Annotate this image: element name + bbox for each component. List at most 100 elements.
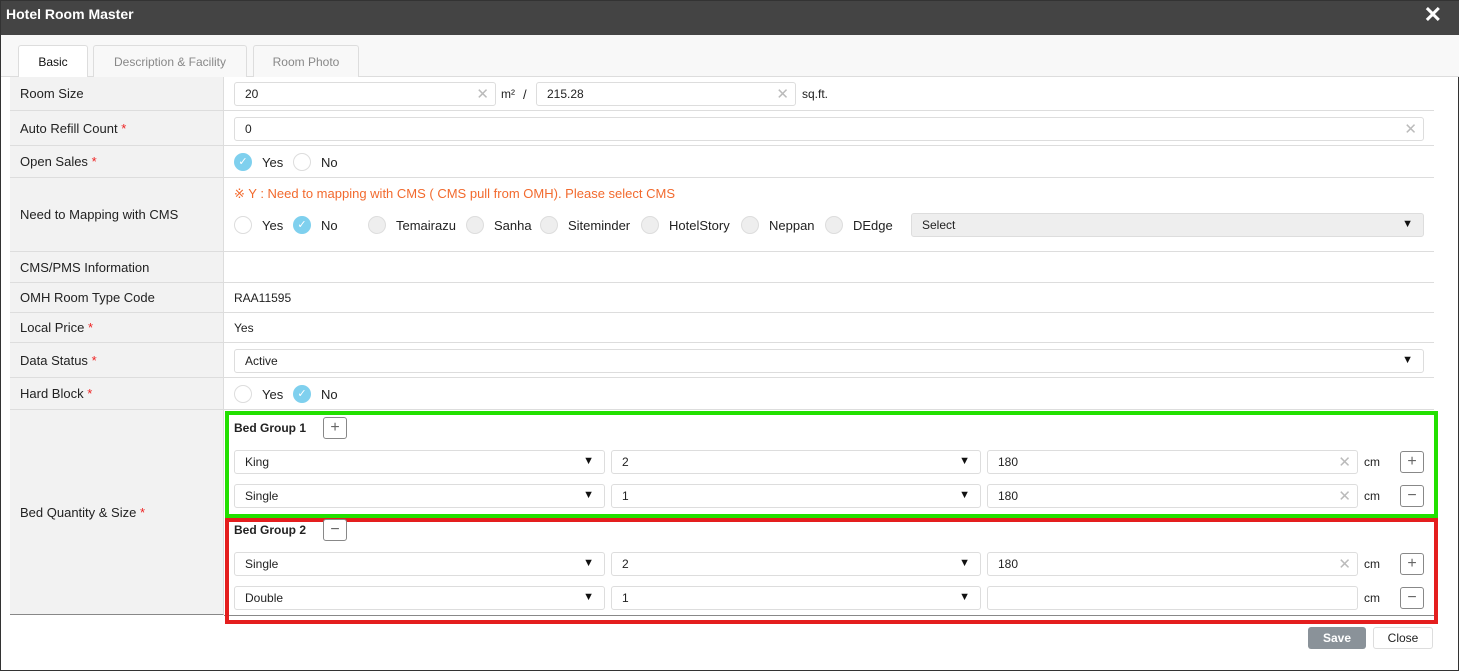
clear-icon[interactable]: ✕ (1338, 453, 1351, 471)
row-divider (224, 313, 1434, 343)
row-divider (224, 146, 1434, 178)
label-omh-code: OMH Room Type Code (10, 283, 224, 313)
dropdown-arrow-icon: ▼ (959, 489, 970, 501)
unit-cm: cm (1364, 557, 1380, 571)
row-divider (224, 252, 1434, 283)
remove-bed-group-button[interactable]: − (323, 519, 347, 541)
cms-temairazu-radio[interactable] (368, 216, 386, 234)
remove-bed-row-button[interactable]: − (1400, 485, 1424, 507)
required-mark: * (121, 120, 127, 136)
tab-description-facility[interactable]: Description & Facility (93, 45, 247, 77)
dropdown-arrow-icon: ▼ (583, 455, 594, 467)
bed-size-input[interactable]: 180 ✕ (987, 552, 1358, 576)
room-size-sqft-input[interactable]: 215.28 ✕ (536, 82, 796, 106)
unit-cm: cm (1364, 591, 1380, 605)
bed-quantity-select[interactable]: 2 ▼ (611, 450, 981, 474)
mapping-no-radio[interactable]: ✓ (293, 216, 311, 234)
label-text: Bed Quantity & Size (20, 504, 137, 520)
auto-refill-input[interactable]: 0 ✕ (234, 117, 1424, 141)
bed-size-input[interactable]: 180 ✕ (987, 450, 1358, 474)
dropdown-arrow-icon: ▼ (959, 557, 970, 569)
local-price-value: Yes (234, 321, 254, 335)
dropdown-arrow-icon: ▼ (583, 489, 594, 501)
dropdown-arrow-icon: ▼ (583, 591, 594, 603)
unit-m2: m² (501, 87, 515, 101)
input-value: 180 (998, 455, 1019, 469)
mapping-note: ※ Y : Need to mapping with CMS ( CMS pul… (234, 186, 675, 201)
omh-code-value: RAA11595 (234, 291, 292, 305)
radio-label: Yes (262, 218, 284, 233)
tab-basic[interactable]: Basic (18, 45, 88, 78)
remove-bed-row-button[interactable]: − (1400, 587, 1424, 609)
label-text: Room Size (20, 86, 84, 101)
label-local-price: Local Price * (10, 313, 224, 343)
bed-size-input[interactable] (987, 586, 1358, 610)
close-icon[interactable]: ✕ (1424, 2, 1442, 28)
label-text: OMH Room Type Code (20, 290, 155, 305)
room-size-m2-input[interactable]: 20 ✕ (234, 82, 496, 106)
open-sales-yes-radio[interactable]: ✓ (234, 153, 252, 171)
hard-block-no-radio[interactable]: ✓ (293, 385, 311, 403)
radio-label: Temairazu (396, 218, 456, 233)
mapping-yes-radio[interactable] (234, 216, 252, 234)
clear-icon[interactable]: ✕ (476, 85, 489, 103)
save-button[interactable]: Save (1308, 627, 1366, 649)
label-mapping: Need to Mapping with CMS (10, 178, 224, 252)
required-mark: * (91, 154, 97, 169)
select-value: Active (245, 354, 278, 368)
tab-room-photo[interactable]: Room Photo (253, 45, 359, 77)
required-mark: * (87, 386, 93, 401)
close-button[interactable]: Close (1373, 627, 1433, 649)
data-status-select[interactable]: Active ▼ (234, 349, 1424, 373)
label-cms-info: CMS/PMS Information (10, 252, 224, 283)
add-bed-row-button[interactable]: + (1400, 451, 1424, 473)
input-value: 180 (998, 557, 1019, 571)
select-value: 2 (622, 455, 629, 469)
radio-label: Neppan (769, 218, 815, 233)
radio-label: No (321, 387, 338, 402)
cms-neppan-radio[interactable] (741, 216, 759, 234)
required-mark: * (139, 504, 146, 520)
radio-label: DEdge (853, 218, 893, 233)
clear-icon[interactable]: ✕ (776, 85, 789, 103)
add-bed-group-button[interactable]: + (323, 417, 347, 439)
label-text: Local Price (20, 320, 85, 335)
input-value: 215.28 (547, 87, 584, 101)
label-bed: Bed Quantity & Size * (10, 410, 224, 615)
bed-type-select[interactable]: Single ▼ (234, 484, 605, 508)
open-sales-no-radio[interactable] (293, 153, 311, 171)
input-value: 0 (245, 122, 252, 136)
hard-block-yes-radio[interactable] (234, 385, 252, 403)
bed-quantity-select[interactable]: 2 ▼ (611, 552, 981, 576)
separator: / (523, 87, 527, 102)
bed-quantity-select[interactable]: 1 ▼ (611, 484, 981, 508)
bed-type-select[interactable]: King ▼ (234, 450, 605, 474)
dropdown-arrow-icon: ▼ (959, 591, 970, 603)
bed-type-select[interactable]: Double ▼ (234, 586, 605, 610)
select-value: Single (245, 557, 279, 571)
add-bed-row-button[interactable]: + (1400, 553, 1424, 575)
radio-label: Siteminder (568, 218, 631, 233)
required-mark: * (87, 320, 93, 335)
label-room-size: Room Size (10, 77, 224, 111)
dropdown-arrow-icon: ▼ (583, 557, 594, 569)
label-data-status: Data Status * (10, 343, 224, 378)
cms-siteminder-radio[interactable] (540, 216, 558, 234)
label-text: Need to Mapping with CMS (20, 207, 179, 222)
clear-icon[interactable]: ✕ (1338, 555, 1351, 573)
clear-icon[interactable]: ✕ (1404, 120, 1417, 138)
select-value: 1 (622, 591, 629, 605)
cms-sanha-radio[interactable] (466, 216, 484, 234)
cms-hotelstory-radio[interactable] (641, 216, 659, 234)
input-value: 180 (998, 489, 1019, 503)
clear-icon[interactable]: ✕ (1338, 487, 1351, 505)
cms-select[interactable]: Select ▼ (911, 213, 1424, 237)
label-text: Data Status (20, 352, 88, 368)
unit-sqft: sq.ft. (802, 87, 829, 101)
select-value: Double (245, 591, 284, 605)
bed-quantity-select[interactable]: 1 ▼ (611, 586, 981, 610)
label-auto-refill: Auto Refill Count * (10, 111, 224, 146)
bed-size-input[interactable]: 180 ✕ (987, 484, 1358, 508)
bed-type-select[interactable]: Single ▼ (234, 552, 605, 576)
cms-dedge-radio[interactable] (825, 216, 843, 234)
